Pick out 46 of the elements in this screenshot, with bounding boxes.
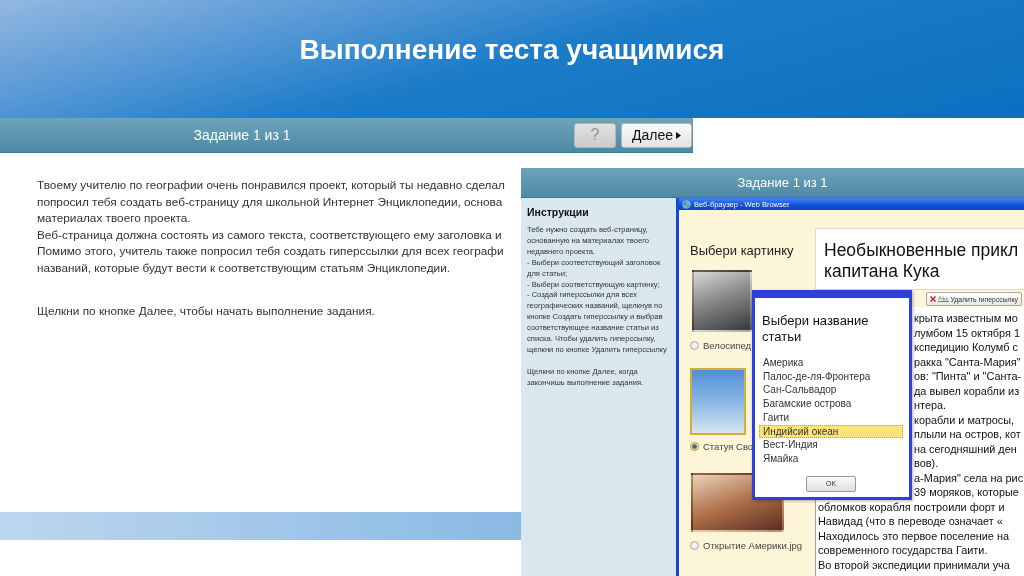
list-option[interactable]: Сан-Сальвадор (759, 383, 903, 398)
globe-icon (682, 199, 691, 209)
instructions-title: Инструкции (527, 206, 590, 219)
article-heading: Необыкновенные прикл капитана Кука (815, 228, 1024, 290)
list-option[interactable]: Гаити (759, 410, 903, 425)
article-line: плыли на остров, кот (914, 427, 1021, 442)
caret-icon (676, 131, 681, 139)
underlined-text-icon (937, 296, 949, 302)
article-line: нтера. (914, 398, 947, 413)
article-line: лумбом 15 октября 1 (914, 325, 1020, 340)
article-line: а-Мария" села на рис (914, 470, 1024, 485)
article-line: Во второй экспедиции принимали уча (818, 557, 1010, 572)
article-line: корабли и матросы, (914, 412, 1015, 427)
photo-placeholder[interactable] (692, 270, 752, 332)
radio-button[interactable] (690, 441, 699, 451)
task-counter: Задание 1 из 1 (193, 127, 291, 143)
dialog-title: Выбери название статьи (762, 313, 870, 345)
picture-panel-title: Выбери картинку (690, 243, 794, 258)
article-line: Находилось это первое поселение на (818, 528, 1010, 543)
article-line: вов). (914, 456, 939, 471)
list-option[interactable]: Америка (759, 356, 903, 370)
list-option[interactable]: Багамские острова (759, 397, 903, 411)
article-line: современного государства Гаити. (818, 543, 988, 558)
list-option[interactable]: Палос-де-ля-Фронтера (759, 369, 903, 384)
cross-icon (929, 296, 936, 302)
picture-label: Велосипед (703, 339, 752, 351)
article-line: ракка "Санта-Мария" (914, 354, 1021, 369)
article-line: обломков корабля построили форт и (818, 499, 1005, 514)
task-prompt: Щелкни по кнопке Далее, чтобы начать выполнение задания. (37, 302, 375, 320)
article-line: ов: "Пинта" и "Санта- (914, 369, 1022, 384)
list-option[interactable]: Ямайка (759, 451, 903, 466)
slide-title: Выполнение теста учащимися (299, 34, 725, 66)
article-line: на сегодняшний ден (914, 441, 1017, 456)
next-button[interactable]: Далее (621, 122, 692, 148)
radio-button[interactable] (690, 540, 699, 550)
list-option[interactable]: Индийсий океан (759, 424, 903, 439)
article-line: 39 моряков, которые (914, 485, 1019, 500)
task-description: Твоему учителю по географии очень понравился проект, который ты недавно сделал попросил тебя создать веб-страницу для школьной Интернет Энциклопедии, основа материалах твоего проекта. Веб-страница должна состоять из самого текста, соответствующего ему заголовка и Помимо этого, учитель также попросил тебя создать гиперссылки для всех географи названий, которые будут вести к соответствующим статьям Энциклопедии. (37, 177, 505, 277)
article-line: да вывел корабли из (914, 383, 1020, 398)
radio-button[interactable] (690, 340, 699, 350)
article-line: крыта известным мо (914, 311, 1018, 326)
list-option[interactable]: Вест-Индия (759, 438, 903, 452)
article-line: кспедицию Колумб с (914, 340, 1018, 355)
task-counter: Задание 1 из 1 (737, 175, 828, 190)
picture-label: Открытие Америки.jpg (703, 539, 803, 551)
article-line: Навидад (что в переводе означает « (818, 514, 1003, 529)
